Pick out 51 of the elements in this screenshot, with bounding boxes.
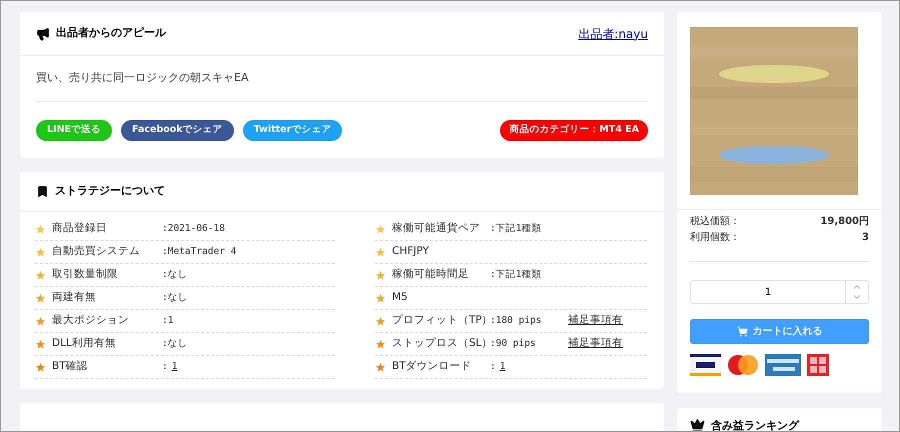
spec-label: 商品登録日	[52, 221, 108, 236]
card-title: ストラテジーについて	[55, 183, 165, 200]
spec-value: : 1	[162, 360, 178, 374]
spec-label: 最大ポジション	[52, 313, 130, 328]
megaphone-icon	[36, 26, 50, 40]
category-badge: 商品のカテゴリー：MT4 EA	[500, 120, 648, 140]
spec-value: : 1	[490, 360, 506, 374]
spec-value: :下記1種類	[490, 222, 542, 236]
spec-label: プロフィット（TP）	[392, 313, 490, 328]
spec-value: :1	[162, 314, 174, 328]
spec-value: :2021-06-18	[162, 222, 226, 236]
seller-link[interactable]: 出品者:nayu	[578, 24, 648, 42]
spec-value: :MetaTrader 4	[162, 244, 238, 259]
note-link[interactable]: 補足事項有	[568, 336, 623, 352]
spec-label: M5	[392, 290, 409, 306]
spec-label: 稼働可能時間足	[392, 267, 470, 282]
spec-value: :なし	[162, 290, 189, 305]
card-title: 出品者からのアピール	[56, 25, 166, 42]
spec-label: DLL利用有無	[52, 336, 117, 352]
share-button[interactable]: Facebookでシェア	[121, 120, 234, 140]
spec-value: :なし	[162, 336, 189, 351]
appeal-text: 買い、売り共に同一ロジックの朝スキャEA	[36, 56, 648, 102]
cart-icon	[736, 326, 748, 337]
card-icon	[690, 354, 721, 376]
spec-label: BT確認	[52, 359, 89, 374]
spec-value: :90 pips	[490, 336, 537, 351]
spec-value: :なし	[162, 268, 189, 282]
count-label: 利用個数：	[690, 231, 740, 245]
spec-label: ストップロス（SL）	[392, 336, 490, 352]
spec-label: BTダウンロード	[392, 359, 473, 374]
bookmark-icon	[36, 185, 49, 198]
download-link[interactable]: 1	[172, 360, 178, 372]
count-value: 3	[862, 231, 869, 245]
price-value: 19,800円	[820, 215, 869, 229]
spec-label: 両建有無	[52, 290, 97, 306]
spec-label: CHFJPY	[392, 244, 430, 260]
card-title: 含み益ランキング	[711, 418, 799, 431]
crown-icon	[690, 418, 705, 431]
quantity-field[interactable]: 1	[690, 280, 846, 304]
spec-label: 取引数量制限	[52, 267, 119, 282]
card-icon	[727, 354, 759, 376]
spec-value: :下記1種類	[490, 268, 542, 282]
quantity-spinner[interactable]	[846, 280, 869, 304]
card-icon	[765, 354, 801, 376]
spec-value: :180 pips	[490, 314, 542, 328]
price-label: 税込価額：	[690, 215, 740, 229]
bank-transfer-icon	[807, 354, 829, 376]
download-link[interactable]: 1	[500, 360, 506, 372]
note-link[interactable]: 補足事項有	[568, 313, 623, 329]
spec-label: 自動売買システム	[52, 244, 141, 260]
spec-label: 稼働可能通貨ペア	[392, 221, 481, 236]
